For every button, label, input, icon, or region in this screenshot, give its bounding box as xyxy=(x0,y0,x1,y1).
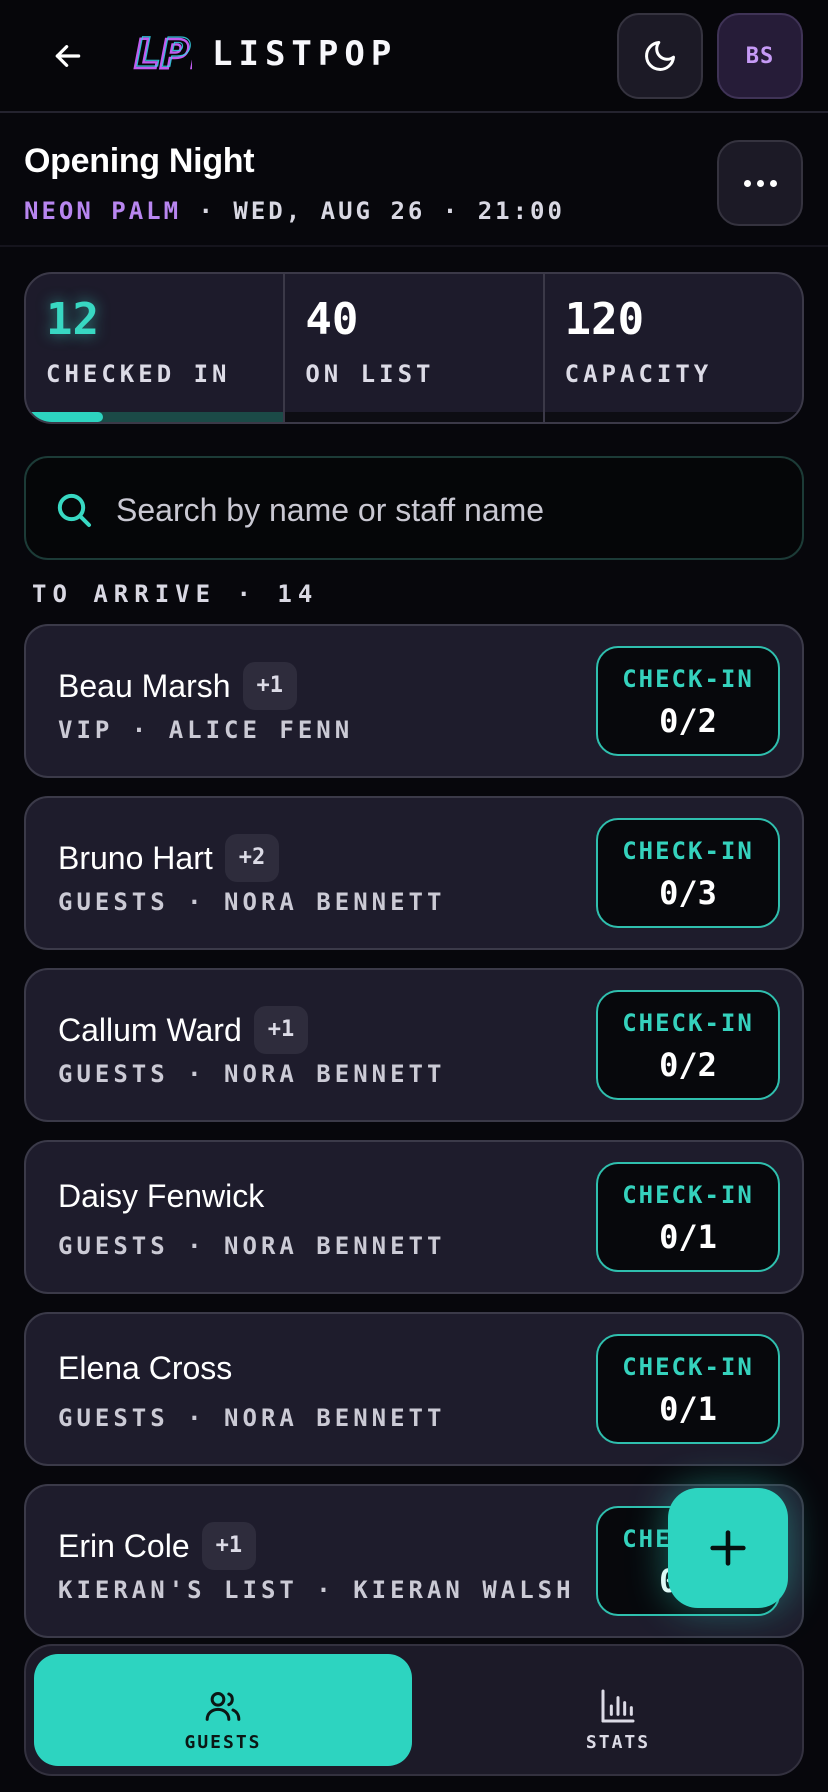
check-in-count: 0/3 xyxy=(659,874,717,912)
guest-name-row: Daisy Fenwick xyxy=(58,1178,264,1215)
check-in-count: 0/1 xyxy=(659,1390,717,1428)
guest-list-staff: VIP · ALICE FENN xyxy=(58,716,354,744)
event-meta: NEON PALM · WED, AUG 26 · 21:00 xyxy=(24,197,565,225)
listpop-logo: LP! LP! xyxy=(133,29,192,79)
theme-toggle-button[interactable] xyxy=(617,13,703,99)
guest-name: Bruno Hart xyxy=(58,839,213,876)
guest-list-staff: GUESTS · NORA BENNETT xyxy=(58,1404,446,1432)
brand-name: LISTPOP xyxy=(212,34,398,74)
event-title: Opening Night xyxy=(24,142,255,180)
check-in-count: 0/2 xyxy=(659,1046,717,1084)
stat-value: 40 xyxy=(305,294,359,345)
search-icon xyxy=(57,493,91,527)
moon-icon xyxy=(645,41,675,71)
guest-card[interactable]: Daisy Fenwick GUESTS · NORA BENNETT CHEC… xyxy=(24,1140,804,1294)
guest-name-row: Callum Ward +1 xyxy=(58,1006,309,1054)
guest-card[interactable]: Elena Cross GUESTS · NORA BENNETT CHECK-… xyxy=(24,1312,804,1466)
plus-ones-badge: +1 xyxy=(242,662,298,710)
check-in-label: CHECK-IN xyxy=(622,665,754,693)
check-in-label: CHECK-IN xyxy=(622,1181,754,1209)
check-in-label: CHECK-IN xyxy=(622,1353,754,1381)
guest-card[interactable]: Beau Marsh +1 VIP · ALICE FENN CHECK-IN … xyxy=(24,624,804,778)
guest-name: Callum Ward xyxy=(58,1011,242,1048)
guest-list-staff: GUESTS · NORA BENNETT xyxy=(58,1060,446,1088)
meta-separator: · xyxy=(198,197,216,225)
stat-capacity: 120 CAPACITY xyxy=(542,274,802,422)
nav-stats-label: STATS xyxy=(585,1732,651,1753)
stat-label: CAPACITY xyxy=(564,360,713,388)
search-input[interactable] xyxy=(116,482,776,538)
bottom-nav: GUESTS STATS xyxy=(24,1644,804,1776)
guest-name: Erin Cole xyxy=(58,1527,190,1564)
guest-list-staff: KIERAN'S LIST · KIERAN WALSH xyxy=(58,1576,575,1604)
check-in-button[interactable]: CHECK-IN 0/1 xyxy=(596,1334,780,1444)
check-in-label: CHECK-IN xyxy=(622,1009,754,1037)
guest-name: Elena Cross xyxy=(58,1350,233,1386)
guest-list-staff: GUESTS · NORA BENNETT xyxy=(58,1232,446,1260)
stats-panel: 12 CHECKED IN 40 ON LIST 120 CAPACITY xyxy=(24,272,804,424)
stat-value: 120 xyxy=(564,294,645,345)
guest-list-staff: GUESTS · NORA BENNETT xyxy=(58,888,446,916)
users-icon xyxy=(205,1692,241,1721)
plus-ones-badge: +1 xyxy=(253,1006,309,1054)
svg-text:LP!: LP! xyxy=(136,30,192,76)
stat-checked-in: 12 CHECKED IN xyxy=(26,274,284,422)
back-arrow-icon xyxy=(55,45,81,67)
bar-chart-icon xyxy=(601,1689,635,1723)
section-title: TO ARRIVE · 14 xyxy=(32,580,319,608)
check-in-count: 0/1 xyxy=(659,1218,717,1256)
check-in-button[interactable]: CHECK-IN 0/1 xyxy=(596,1162,780,1272)
check-in-count: 0/2 xyxy=(659,702,717,740)
stat-value: 12 xyxy=(46,294,99,345)
search-box[interactable] xyxy=(24,456,804,560)
checkin-progress-fill xyxy=(26,412,104,422)
stat-label: ON LIST xyxy=(305,360,435,388)
check-in-button[interactable]: CHECK-IN 0/3 xyxy=(596,818,780,928)
guest-name-row: Beau Marsh +1 xyxy=(58,662,298,710)
check-in-button[interactable]: CHECK-IN 0/2 xyxy=(596,990,780,1100)
plus-ones-badge: +1 xyxy=(201,1522,257,1570)
event-date-time: WED, AUG 26 · 21:00 xyxy=(233,197,565,225)
stat-on-list: 40 ON LIST xyxy=(283,274,543,422)
plus-ones-badge: +2 xyxy=(224,834,280,882)
guest-name: Daisy Fenwick xyxy=(58,1178,265,1214)
event-info: Opening Night NEON PALM · WED, AUG 26 · … xyxy=(0,115,828,247)
nav-guests-tab[interactable]: GUESTS xyxy=(34,1654,412,1766)
back-button[interactable] xyxy=(44,32,92,80)
guest-name-row: Bruno Hart +2 xyxy=(58,834,280,882)
nav-guests-label: GUESTS xyxy=(184,1732,262,1753)
stat-label: CHECKED IN xyxy=(46,360,231,388)
guest-card[interactable]: Callum Ward +1 GUESTS · NORA BENNETT CHE… xyxy=(24,968,804,1122)
check-in-label: CHECK-IN xyxy=(622,837,754,865)
more-options-button[interactable] xyxy=(717,140,803,226)
checkin-progress-bar xyxy=(26,412,284,422)
venue-name: NEON PALM xyxy=(24,197,182,225)
guest-name-row: Elena Cross xyxy=(58,1350,232,1387)
app-header: LP! LP! LISTPOP BS xyxy=(0,0,828,113)
plus-icon xyxy=(710,1530,746,1566)
add-guest-button[interactable] xyxy=(668,1488,788,1608)
guest-name-row: Erin Cole +1 xyxy=(58,1522,257,1570)
guest-name: Beau Marsh xyxy=(58,667,231,704)
check-in-button[interactable]: CHECK-IN 0/2 xyxy=(596,646,780,756)
nav-stats-tab[interactable]: STATS xyxy=(440,1654,796,1766)
user-avatar-button[interactable]: BS xyxy=(717,13,803,99)
more-horizontal-icon xyxy=(743,179,777,187)
guest-card[interactable]: Bruno Hart +2 GUESTS · NORA BENNETT CHEC… xyxy=(24,796,804,950)
